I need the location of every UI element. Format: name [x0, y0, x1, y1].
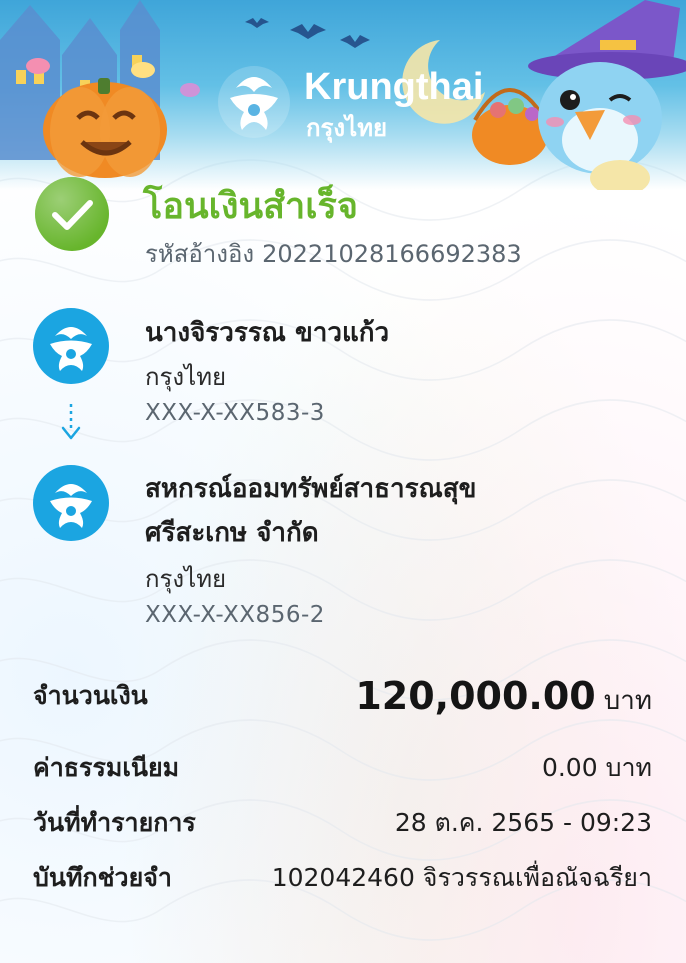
- memo-value: 102042460 จิรวรรณเพื่อณัจฉรียา: [271, 863, 652, 892]
- fee-value: 0.00: [541, 753, 598, 782]
- check-circle-icon: [35, 177, 109, 251]
- brand-name-en: Krungthai: [304, 66, 484, 108]
- amount-value-row: 120,000.00 บาท: [355, 674, 652, 721]
- memo-label: บันทึกช่วยจำ: [33, 863, 172, 892]
- brand-name-th: กรุงไทย: [306, 114, 388, 142]
- arrow-down-icon: [61, 404, 81, 440]
- sender-bank-name: กรุงไทย: [145, 363, 227, 391]
- recipient-name-line2: ศรีสะเกษ จำกัด: [145, 518, 319, 548]
- transfer-success-title: โอนเงินสำเร็จ: [143, 186, 358, 227]
- fee-label: ค่าธรรมเนียม: [33, 753, 180, 782]
- amount-label: จำนวนเงิน: [33, 681, 148, 710]
- transfer-slip: Krungthai กรุงไทย โอนเงินสำเร็จ รหัสอ้าง…: [0, 0, 686, 963]
- transaction-date-value: 28 ต.ค. 2565 - 09:23: [394, 808, 652, 837]
- recipient-bank-icon: [33, 465, 109, 541]
- reference-row: รหัสอ้างอิง 20221028166692383: [145, 234, 522, 273]
- recipient-account-number: XXX-X-XX856-2: [145, 602, 325, 628]
- sender-name: นางจิรวรรณ ขาวแก้ว: [145, 318, 390, 348]
- sender-account-number: XXX-X-XX583-3: [145, 400, 325, 426]
- krungthai-logo: Krungthai กรุงไทย: [216, 64, 486, 142]
- recipient-name-line1: สหกรณ์ออมทรัพย์สาธารณสุข: [145, 474, 477, 504]
- fee-value-row: 0.00 บาท: [542, 748, 652, 788]
- sender-bank-icon: [33, 308, 109, 384]
- transaction-date-label: วันที่ทำรายการ: [33, 808, 196, 837]
- krungthai-phoenix-logo-icon: [218, 66, 290, 138]
- amount-unit: บาท: [603, 686, 652, 716]
- fee-unit: บาท: [605, 753, 652, 782]
- halloween-banner: Krungthai กรุงไทย: [0, 0, 686, 190]
- amount-value: 120,000.00: [355, 674, 596, 718]
- mascot-illustration: [528, 0, 686, 190]
- recipient-bank-name: กรุงไทย: [145, 565, 227, 593]
- reference-label: รหัสอ้างอิง: [145, 240, 255, 268]
- reference-number: 20221028166692383: [262, 240, 522, 268]
